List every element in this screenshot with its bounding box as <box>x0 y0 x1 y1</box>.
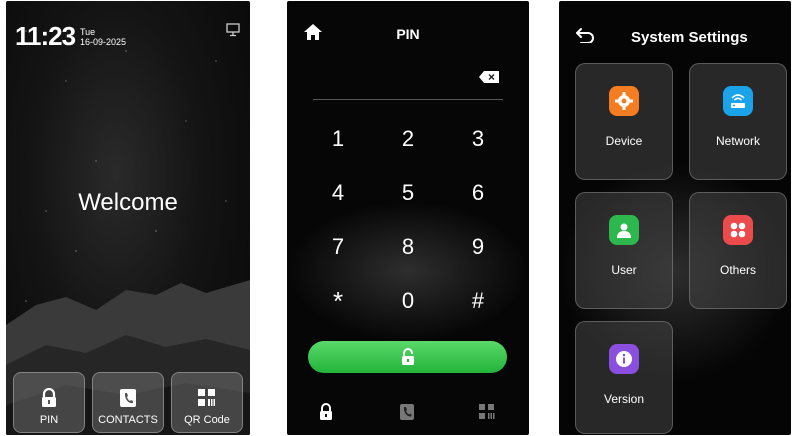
key-8[interactable]: 8 <box>383 229 433 265</box>
monitor-icon[interactable] <box>226 23 240 37</box>
network-tile-label: Network <box>715 134 760 148</box>
lock-icon[interactable] <box>318 403 334 421</box>
page-title: System Settings <box>631 29 748 46</box>
version-tile[interactable]: Version <box>575 321 673 434</box>
qr-code-icon <box>198 389 215 406</box>
contacts-icon[interactable] <box>399 403 415 421</box>
key-7[interactable]: 7 <box>313 229 363 265</box>
clock-date: Tue 16-09-2025 <box>80 27 126 47</box>
router-icon <box>723 86 753 116</box>
lock-icon <box>42 388 56 407</box>
background-glow <box>287 201 529 341</box>
qr-code-icon[interactable] <box>478 403 496 421</box>
key-2[interactable]: 2 <box>383 121 433 157</box>
date-label: 16-09-2025 <box>80 37 127 47</box>
contacts-button-label: CONTACTS <box>98 414 158 426</box>
version-tile-label: Version <box>603 392 645 406</box>
key-hash[interactable]: # <box>453 283 503 319</box>
others-tile-label: Others <box>719 263 756 277</box>
key-3[interactable]: 3 <box>453 121 503 157</box>
backspace-icon[interactable] <box>478 70 500 84</box>
unlock-button[interactable] <box>308 341 507 373</box>
user-icon <box>609 215 639 245</box>
system-settings-screen: System Settings Device Network User Othe… <box>559 1 791 435</box>
info-icon <box>609 344 639 374</box>
contacts-button[interactable]: CONTACTS <box>92 372 164 433</box>
page-title: PIN <box>396 26 420 42</box>
pin-screen: PIN 1 2 3 4 5 6 7 8 9 * 0 # <box>287 1 529 435</box>
key-star[interactable]: * <box>313 283 363 319</box>
grid-icon <box>723 215 753 245</box>
pin-button[interactable]: PIN <box>13 372 85 433</box>
key-5[interactable]: 5 <box>383 175 433 211</box>
pin-button-label: PIN <box>39 414 59 426</box>
clock-time: 11:23 <box>15 21 76 51</box>
others-tile[interactable]: Others <box>689 192 787 309</box>
key-1[interactable]: 1 <box>313 121 363 157</box>
key-9[interactable]: 9 <box>453 229 503 265</box>
welcome-text: Welcome <box>78 189 178 216</box>
lock-open-icon <box>401 348 414 365</box>
back-icon[interactable] <box>575 27 595 43</box>
pin-input-line[interactable] <box>313 99 503 100</box>
qr-code-button-label: QR Code <box>184 414 230 426</box>
key-6[interactable]: 6 <box>453 175 503 211</box>
user-tile-label: User <box>611 263 637 277</box>
gear-icon <box>609 86 639 116</box>
key-4[interactable]: 4 <box>313 175 363 211</box>
home-screen: 11:23 Tue 16-09-2025 Welcome PIN CONTACT… <box>6 1 250 435</box>
key-0[interactable]: 0 <box>383 283 433 319</box>
contacts-icon <box>120 389 136 407</box>
device-tile[interactable]: Device <box>575 63 673 180</box>
day-label: Tue <box>80 27 96 37</box>
qr-code-button[interactable]: QR Code <box>171 372 243 433</box>
user-tile[interactable]: User <box>575 192 673 309</box>
device-tile-label: Device <box>605 134 643 148</box>
network-tile[interactable]: Network <box>689 63 787 180</box>
